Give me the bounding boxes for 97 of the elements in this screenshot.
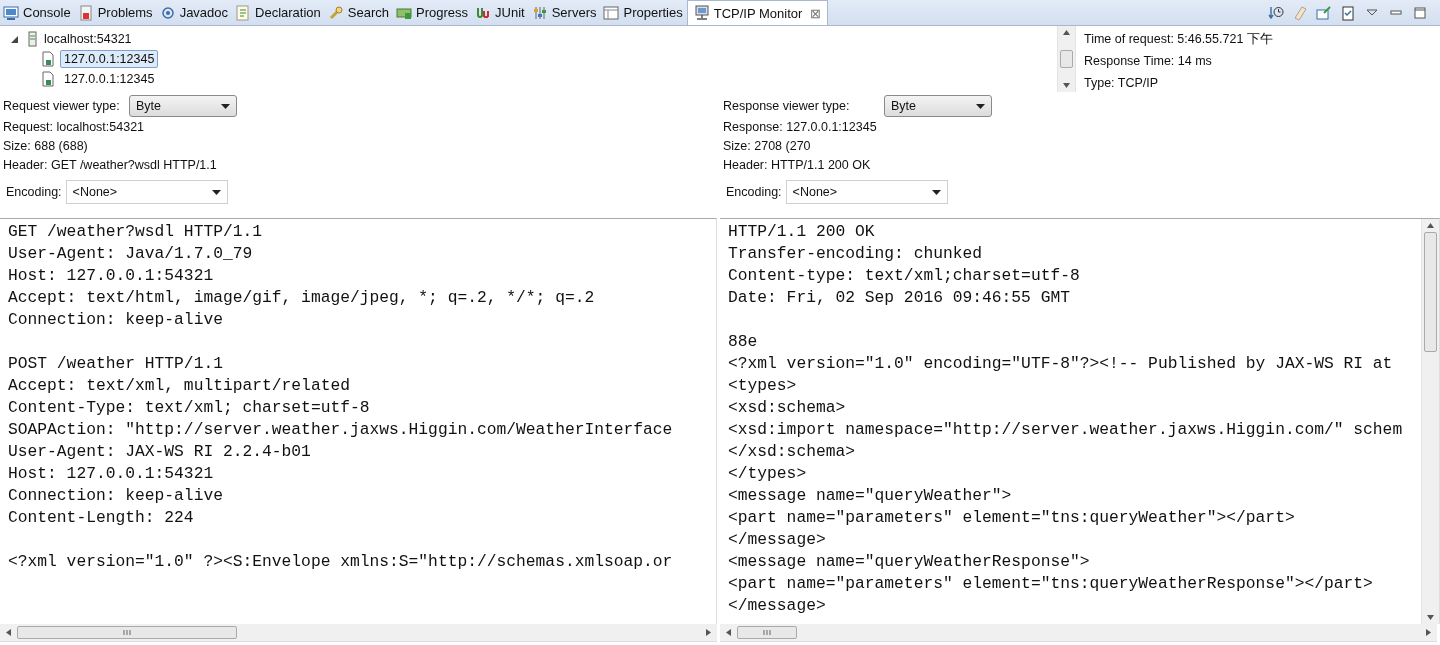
view-tab[interactable]: Progress [393,0,473,25]
encoding-label: Encoding: [6,185,62,199]
monitor-icon [693,5,710,21]
info-text: Response Time: 14 ms [1084,53,1213,70]
code-line: User-Agent: JAX-WS RI 2.2.4-b01 [8,441,312,463]
scroll-left-arrow-icon[interactable] [726,629,731,636]
view-tab[interactable]: JUnit [472,0,529,25]
caret-icon [221,103,230,109]
grip-icon [123,630,131,635]
view-tab[interactable]: TCP/IP Monitor ⊠ [686,0,829,25]
detail-text: Header: HTTP/1.1 200 OK [723,157,872,174]
detail-text: Size: 688 (688) [3,138,89,155]
viewer-type-label: Response viewer type: [723,99,851,113]
info-text: Type: TCP/IP [1084,75,1160,92]
sliders-icon [531,4,548,21]
tree-item[interactable]: 127.0.0.1:12345 [60,70,159,88]
code-line: User-Agent: Java/1.7.0_79 [8,243,254,265]
encoding-label: Encoding: [726,185,782,199]
maximize-icon[interactable] [1412,4,1428,21]
code-line: Host: 127.0.0.1:54321 [8,265,215,287]
detail-text: Size: 2708 (270 [723,138,812,155]
code-line: </message> [728,595,827,617]
view-tab[interactable]: Search [324,0,393,25]
scroll-up-arrow-icon[interactable] [1063,30,1070,35]
code-line: <part name="parameters" element="tns:queryWeatherResponse"></part> [728,573,1374,595]
code-line: </types> [728,463,808,485]
close-icon[interactable]: ⊠ [810,5,822,21]
scroll-down-arrow-icon[interactable] [1427,615,1434,620]
scroll-down-arrow-icon[interactable] [1063,83,1070,88]
caret-icon [211,189,221,195]
pin-window-icon[interactable] [1316,4,1332,21]
code-line: SOAPAction: "http://server.weather.jaxws.Higgin.com/WeatherInterface [8,419,674,441]
view-tab[interactable]: Problems [74,0,157,25]
scroll-thumb[interactable] [1424,232,1437,352]
clock-arrow-icon[interactable] [1268,4,1284,21]
code-line: Host: 127.0.0.1:54321 [8,463,215,485]
code-line: GET /weather?wsdl HTTP/1.1 [8,221,264,243]
code-line: </xsd:schema> [728,441,856,463]
document-icon [40,51,56,67]
view-tab[interactable]: Javadoc [156,0,233,25]
view-tab[interactable]: Servers [528,0,601,25]
code-line: 88e [728,331,759,353]
scroll-right-arrow-icon[interactable] [706,629,711,636]
expanded-triangle-icon[interactable] [10,34,20,44]
code-line: Connection: keep-alive [8,309,224,331]
detail-text: Request: localhost:54321 [3,119,146,136]
code-line: Date: Fri, 02 Sep 2016 09:46:55 GMT [728,287,1071,309]
detail-text: Response: 127.0.0.1:12345 [723,119,878,136]
clipboard-error-icon [77,4,94,21]
info-text: Time of request: 5:46.55.721 下午 [1084,31,1274,48]
horizontal-scrollbar[interactable] [720,624,1437,642]
code-line: Connection: keep-alive [8,485,224,507]
tree-item[interactable]: 127.0.0.1:12345 [60,50,159,68]
encoding-dropdown[interactable]: <None> [785,180,948,204]
tree-item[interactable]: localhost:54321 [44,32,132,46]
clipboard-check-icon[interactable] [1340,4,1356,21]
code-line: Transfer-encoding: chunked [728,243,984,265]
vertical-scrollbar[interactable] [1421,219,1439,624]
caret-icon [976,103,985,109]
code-line: Content-type: text/xml;charset=utf-8 [728,265,1081,287]
code-line: POST /weather HTTP/1.1 [8,353,224,375]
detail-text: Header: GET /weather?wsdl HTTP/1.1 [3,157,218,174]
code-line: HTTP/1.1 200 OK [728,221,876,243]
document-icon [40,71,56,87]
code-line: </message> [728,529,827,551]
view-tab[interactable]: Console [0,0,75,25]
scroll-left-arrow-icon[interactable] [6,629,11,636]
view-tab[interactable]: Declaration [232,0,325,25]
code-line: Content-Length: 224 [8,507,195,529]
code-line: <xsd:import namespace="http://server.weather.jaxws.Higgin.com/" schem [728,419,1404,441]
code-line: <?xml version="1.0" encoding="UTF-8"?><!-- Published by JAX-WS RI at [728,353,1394,375]
scroll-right-arrow-icon[interactable] [1426,629,1431,636]
viewer-type-label: Request viewer type: [3,99,121,113]
horizontal-scrollbar[interactable] [0,624,717,642]
code-line: <part name="parameters" element="tns:queryWeather"></part> [728,507,1296,529]
viewer-type-dropdown[interactable]: Byte [884,95,992,117]
vertical-scrollbar[interactable] [1057,26,1075,92]
flashlight-icon [327,4,344,21]
code-line: <xsd:schema> [728,397,847,419]
code-line: <types> [728,375,798,397]
at-sign-icon [159,4,176,21]
scroll-up-arrow-icon[interactable] [1427,223,1434,228]
view-tab[interactable]: Properties [600,0,687,25]
code-line: Accept: text/xml, multipart/related [8,375,351,397]
encoding-dropdown[interactable]: <None> [65,180,228,204]
code-line: <message name="queryWeather"> [728,485,1013,507]
table-icon [603,4,620,21]
document-icon [235,4,252,21]
code-line: <?xml version="1.0" ?><S:Envelope xmlns:S="http://schemas.xmlsoap.or [8,551,674,573]
code-line: Content-Type: text/xml; charset=utf-8 [8,397,371,419]
grip-icon [763,630,771,635]
code-line: Accept: text/html, image/gif, image/jpeg, *; q=.2, */*; q=.2 [8,287,596,309]
caret-icon [931,189,941,195]
viewer-type-dropdown[interactable]: Byte [129,95,237,117]
code-line: <message name="queryWeatherResponse"> [728,551,1091,573]
console-icon [3,4,19,21]
scroll-thumb[interactable] [1060,50,1073,68]
